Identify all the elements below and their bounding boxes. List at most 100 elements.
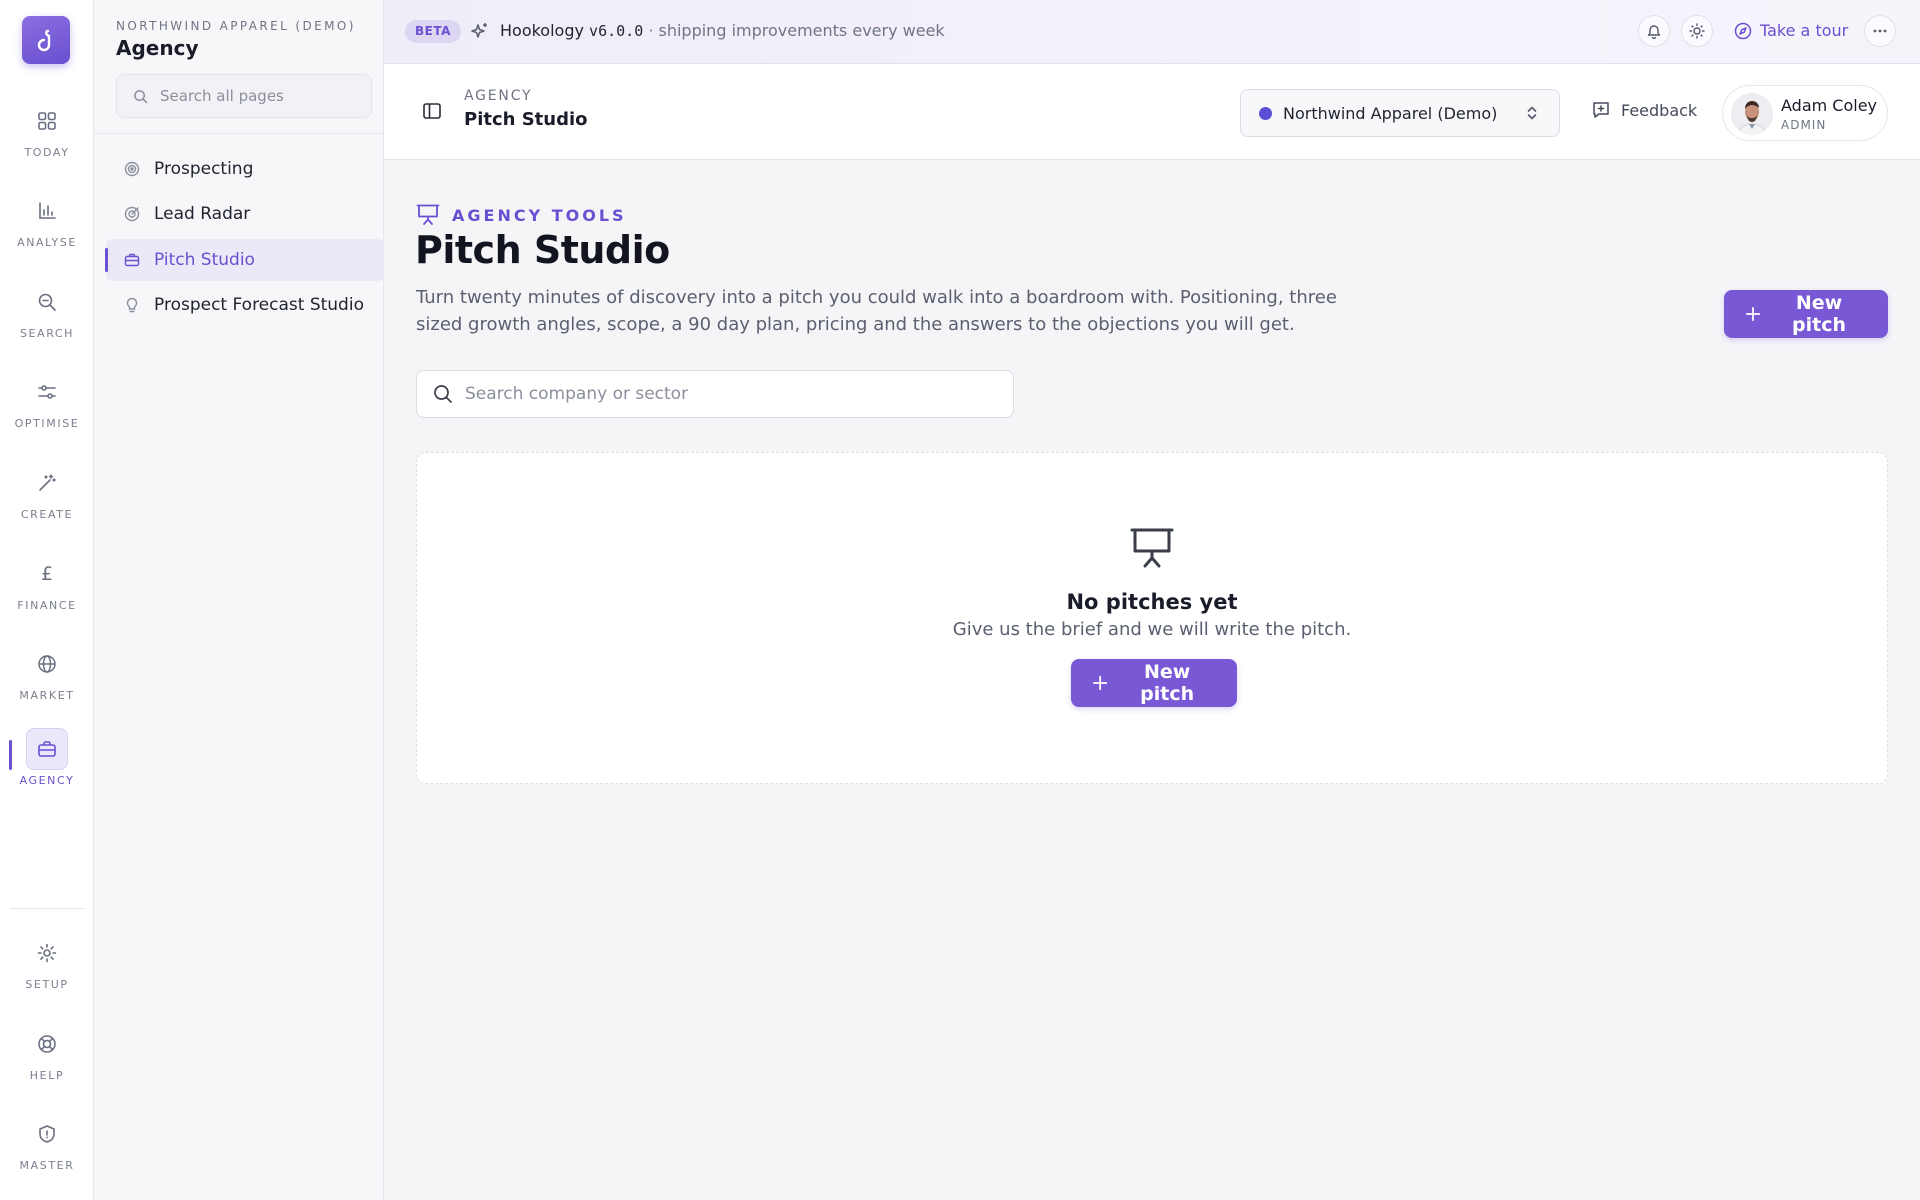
new-pitch-label: New pitch [1792, 292, 1847, 336]
bell-icon [1647, 25, 1661, 39]
rail-item-master[interactable]: MASTER [0, 1113, 94, 1191]
rail-item-today[interactable]: TODAY [0, 100, 94, 178]
version-number: v6.0.0 [589, 22, 644, 40]
org-selector[interactable]: Northwind Apparel (Demo) [1240, 89, 1560, 137]
sidebar-item-label: Lead Radar [154, 204, 251, 224]
empty-new-pitch-label: New pitch [1140, 661, 1195, 705]
rail-item-analyse[interactable]: ANALYSE [0, 190, 94, 268]
section-sidebar: NORTHWIND APPAREL (DEMO) Agency Prospect… [94, 0, 384, 1200]
page-search[interactable] [116, 74, 372, 118]
app-logo[interactable] [22, 16, 70, 64]
rail-label: FINANCE [17, 599, 77, 612]
rail-item-agency[interactable]: AGENCY [0, 728, 94, 806]
version-tagline: · shipping improvements every week [648, 21, 945, 40]
sidebar-item-prospecting[interactable]: Prospecting [106, 148, 384, 190]
empty-state-description: Give us the brief and we will write the … [952, 619, 1352, 640]
magic-wand-icon [26, 462, 68, 504]
bar-chart-icon [26, 190, 68, 232]
empty-state-title: No pitches yet [1066, 590, 1238, 614]
rail-item-create[interactable]: CREATE [0, 462, 94, 540]
logo-icon [37, 29, 51, 52]
user-menu[interactable]: Adam Coley ADMIN [1722, 85, 1888, 141]
message-plus-icon [1593, 102, 1609, 118]
version-info: Hookology v6.0.0 · shipping improvements… [500, 21, 945, 40]
page-search-input[interactable] [160, 87, 360, 105]
pitch-search[interactable] [416, 370, 1014, 418]
target-icon [124, 161, 140, 177]
rail-item-market[interactable]: MARKET [0, 643, 94, 721]
pound-icon: £ [40, 563, 54, 585]
rail-label: SETUP [25, 978, 69, 991]
sun-icon [1689, 23, 1705, 39]
grid-icon [26, 100, 68, 142]
chevron-up-down-icon [1527, 106, 1537, 120]
rail-item-setup[interactable]: SETUP [0, 932, 94, 1010]
product-name: Hookology [500, 21, 584, 40]
empty-state: No pitches yet Give us the brief and we … [416, 452, 1888, 784]
sidebar-panel-icon [423, 103, 441, 119]
shield-icon [26, 1113, 68, 1155]
page-title: Pitch Studio [464, 109, 588, 130]
org-status-dot [1259, 106, 1272, 120]
sliders-icon [26, 371, 68, 413]
sidebar-item-pitch-studio[interactable]: Pitch Studio [105, 239, 384, 281]
page-header: AGENCY Pitch Studio Northwind Apparel (D… [384, 64, 1920, 160]
org-selector-value: Northwind Apparel (Demo) [1283, 103, 1498, 123]
app-rail: TODAY ANALYSE SEARCH OPTIMISE CREATE £ F… [0, 0, 94, 1200]
new-pitch-button[interactable]: New pitch [1724, 290, 1888, 338]
sparkles-icon [471, 23, 487, 38]
theme-toggle-button[interactable] [1681, 15, 1713, 47]
plus-icon [1093, 675, 1108, 691]
rail-item-optimise[interactable]: OPTIMISE [0, 371, 94, 449]
gear-icon [26, 932, 68, 974]
sidebar-toggle-button[interactable] [422, 101, 442, 125]
presentation-icon [416, 204, 440, 225]
eyebrow-label: AGENCY TOOLS [452, 205, 627, 225]
beta-badge: BETA [405, 20, 461, 43]
page-description: Turn twenty minutes of discovery into a … [416, 287, 1337, 335]
briefcase-icon [124, 253, 140, 267]
rail-label: MASTER [19, 1159, 75, 1172]
rail-item-help[interactable]: HELP [0, 1023, 94, 1101]
rail-label: SEARCH [19, 327, 75, 340]
sidebar-item-label: Prospect Forecast Studio [154, 295, 364, 315]
tour-label: Take a tour [1760, 21, 1849, 40]
compass-icon [1734, 22, 1752, 39]
rail-item-search[interactable]: SEARCH [0, 281, 94, 359]
main-heading: Pitch Studio [415, 228, 670, 272]
sidebar-divider [94, 133, 384, 134]
notifications-button[interactable] [1638, 15, 1670, 47]
more-options-button[interactable] [1864, 15, 1896, 47]
avatar [1731, 93, 1773, 135]
sidebar-item-lead-radar[interactable]: Lead Radar [106, 193, 384, 235]
org-name: NORTHWIND APPAREL (DEMO) [116, 19, 356, 33]
rail-item-finance[interactable]: £ FINANCE [0, 553, 94, 631]
search-icon [434, 385, 452, 403]
search-zoom-icon [26, 281, 68, 323]
empty-new-pitch-button[interactable]: New pitch [1071, 659, 1237, 707]
main-content: AGENCY TOOLS Pitch Studio Turn twenty mi… [384, 160, 1920, 1200]
rail-label: AGENCY [19, 774, 75, 787]
radar-icon [124, 206, 140, 222]
rail-label: OPTIMISE [14, 417, 80, 430]
pitch-search-input[interactable] [465, 384, 985, 404]
rail-label: MARKET [19, 689, 75, 702]
rail-label: HELP [29, 1069, 65, 1082]
plus-icon [1746, 306, 1761, 322]
rail-label: TODAY [24, 146, 70, 159]
sidebar-item-label: Prospecting [154, 159, 254, 179]
briefcase-icon [26, 728, 68, 770]
globe-icon [26, 643, 68, 685]
sidebar-item-prospect-forecast-studio[interactable]: Prospect Forecast Studio [106, 284, 384, 326]
user-name: Adam Coley [1781, 96, 1878, 115]
section-title: Agency [116, 36, 199, 60]
presentation-icon [1130, 528, 1174, 568]
lifebuoy-icon [26, 1023, 68, 1065]
user-role: ADMIN [1781, 118, 1827, 132]
feedback-button[interactable]: Feedback [1591, 100, 1697, 120]
breadcrumb: AGENCY [464, 88, 533, 104]
take-a-tour-link[interactable]: Take a tour [1734, 21, 1848, 40]
rail-divider [10, 908, 84, 909]
rail-label: ANALYSE [17, 236, 77, 249]
rail-label: CREATE [20, 508, 74, 521]
